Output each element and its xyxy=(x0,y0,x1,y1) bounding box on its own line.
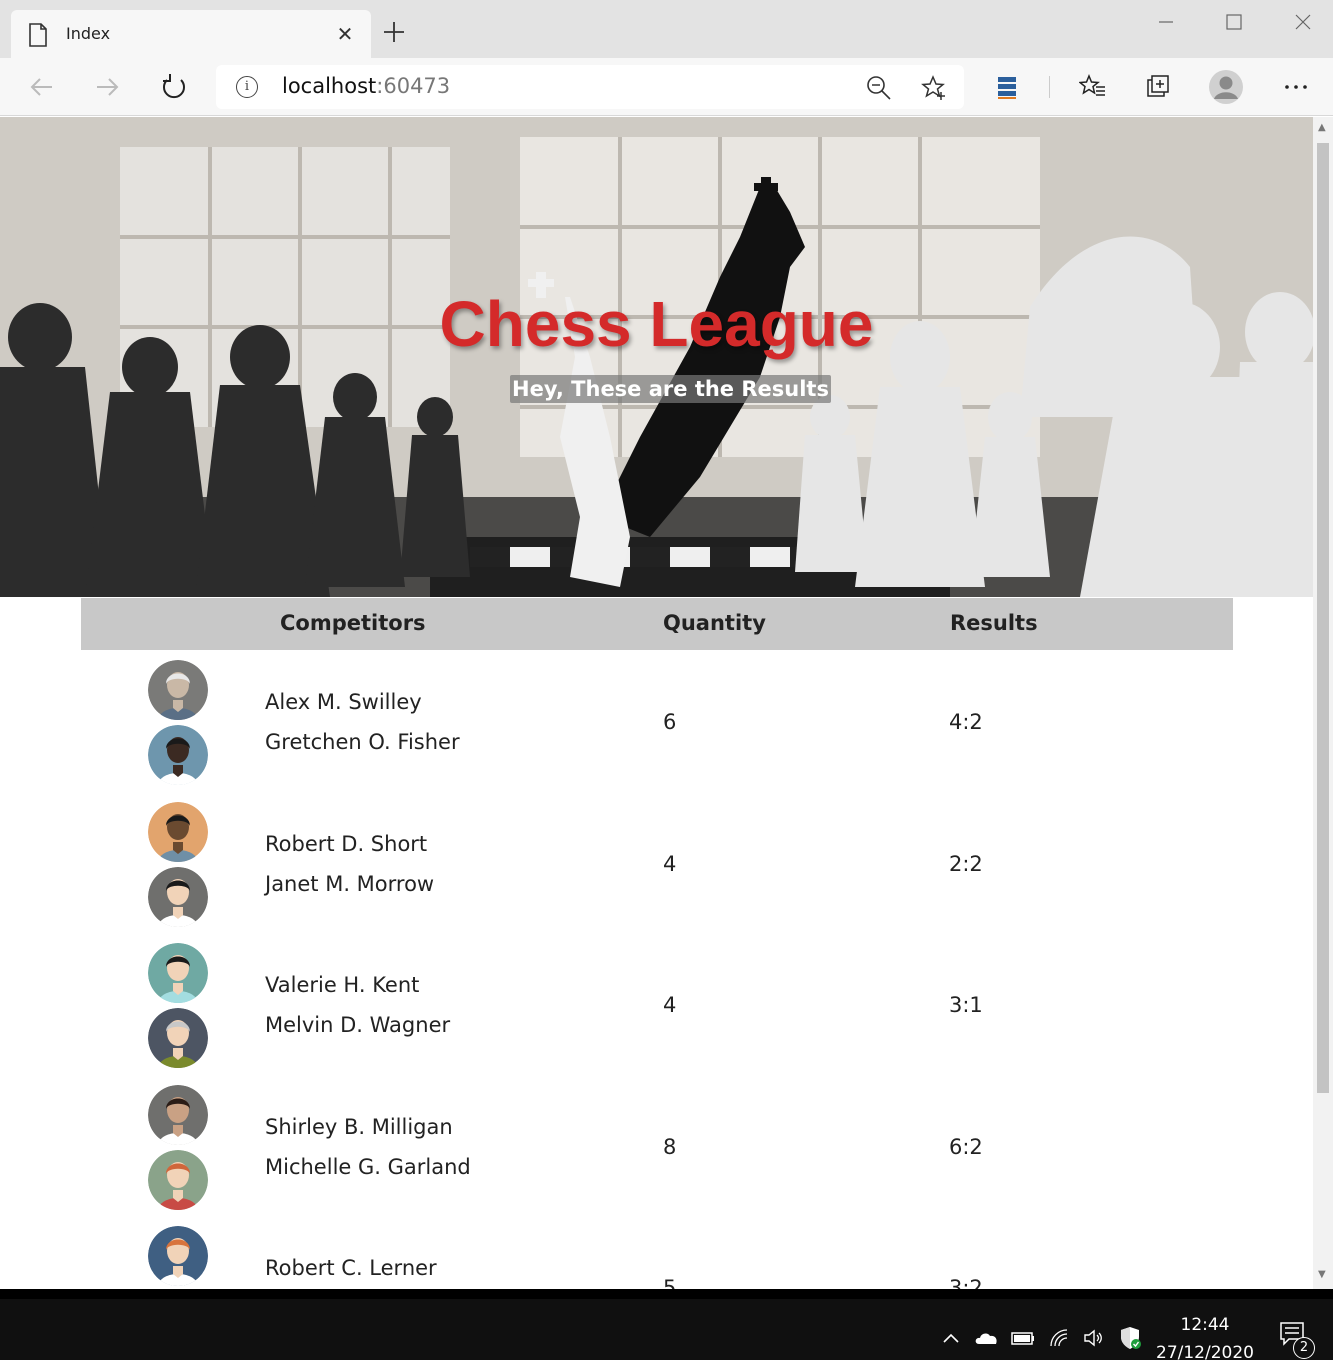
quantity-cell: 4 xyxy=(663,852,677,876)
chevron-up-icon[interactable] xyxy=(940,1327,962,1349)
notification-count-badge: 2 xyxy=(1293,1337,1315,1359)
minimize-icon[interactable] xyxy=(1152,8,1180,36)
star-add-icon[interactable] xyxy=(921,75,947,101)
avatar xyxy=(148,1150,208,1210)
more-icon[interactable] xyxy=(1282,73,1310,101)
result-cell: 3:2 xyxy=(949,1276,983,1289)
volume-icon[interactable] xyxy=(1082,1327,1104,1349)
competitor-name: Robert D. Short xyxy=(265,832,428,856)
quantity-cell: 8 xyxy=(663,1135,677,1159)
avatar xyxy=(148,1085,208,1145)
avatar xyxy=(148,725,208,785)
document-icon xyxy=(29,23,47,47)
table-row: Valerie H. Kent Melvin D. Wagner 4 3:1 xyxy=(81,943,1233,1083)
competitor-name: Gretchen O. Fisher xyxy=(265,730,460,754)
result-cell: 4:2 xyxy=(949,710,983,734)
clock-date[interactable]: 27/12/2020 xyxy=(1150,1343,1260,1363)
collections-icon[interactable] xyxy=(1145,73,1173,101)
quantity-cell: 6 xyxy=(663,710,677,734)
page-viewport: Chess League Hey, These are the Results … xyxy=(0,117,1313,1289)
browser-tab[interactable]: Index ✕ xyxy=(11,10,371,58)
avatar xyxy=(148,1226,208,1286)
maximize-icon[interactable] xyxy=(1220,8,1248,36)
table-row: Shirley B. Milligan Michelle G. Garland 8 6… xyxy=(81,1085,1233,1225)
column-header-results: Results xyxy=(950,611,1038,635)
vertical-scrollbar[interactable]: ▲ ▼ xyxy=(1313,117,1333,1289)
result-cell: 6:2 xyxy=(949,1135,983,1159)
competitor-name: Valerie H. Kent xyxy=(265,973,420,997)
avatar xyxy=(148,802,208,862)
scroll-down-arrow-icon[interactable]: ▼ xyxy=(1318,1270,1328,1280)
avatar xyxy=(148,943,208,1003)
competitor-name: Janet M. Morrow xyxy=(265,872,435,896)
scrollbar-thumb[interactable] xyxy=(1317,143,1329,1093)
new-tab-icon[interactable] xyxy=(380,18,408,46)
arrow-right-icon[interactable] xyxy=(91,71,123,103)
competitor-name: Shirley B. Milligan xyxy=(265,1115,453,1139)
address-toolbar: i localhost:60473 xyxy=(0,58,1333,116)
quantity-cell: 4 xyxy=(663,993,677,1017)
close-tab-icon[interactable]: ✕ xyxy=(333,22,357,46)
competitor-name: Melvin D. Wagner xyxy=(265,1013,451,1037)
windows-taskbar: 12:44 27/12/2020 2 xyxy=(0,1289,1333,1363)
address-field[interactable]: i localhost:60473 xyxy=(216,65,964,109)
page-subtitle: Hey, These are the Results xyxy=(510,375,831,403)
window-close-icon[interactable] xyxy=(1289,8,1317,36)
clock-time[interactable]: 12:44 xyxy=(1160,1315,1250,1335)
scroll-up-arrow-icon[interactable]: ▲ xyxy=(1318,123,1328,133)
onedrive-icon[interactable] xyxy=(974,1327,1000,1349)
avatar-icon[interactable] xyxy=(1208,69,1244,105)
battery-icon[interactable] xyxy=(1010,1327,1036,1349)
column-header-quantity: Quantity xyxy=(663,611,766,635)
table-row: Alex M. Swilley Gretchen O. Fisher 6 4:2 xyxy=(81,660,1233,800)
refresh-icon[interactable] xyxy=(158,71,190,103)
quantity-cell: 5 xyxy=(663,1276,677,1289)
competitor-name: Robert C. Lerner xyxy=(265,1256,437,1280)
tab-strip: Index ✕ xyxy=(0,0,1333,58)
security-shield-icon[interactable] xyxy=(1119,1325,1143,1351)
avatar xyxy=(148,660,208,720)
tab-title: Index xyxy=(66,24,111,43)
toolbar-divider xyxy=(1049,76,1050,98)
page-title: Chess League xyxy=(439,288,874,360)
favorites-icon[interactable] xyxy=(1079,73,1107,101)
arrow-left-icon[interactable] xyxy=(26,71,58,103)
hero-banner: Chess League Hey, These are the Results xyxy=(0,117,1313,597)
table-row: Robert C. Lerner 5 3:2 xyxy=(81,1226,1233,1289)
avatar xyxy=(148,1008,208,1068)
url-text[interactable]: localhost:60473 xyxy=(282,74,450,98)
info-icon[interactable]: i xyxy=(236,76,258,98)
competitor-name: Michelle G. Garland xyxy=(265,1155,471,1179)
avatar xyxy=(148,867,208,927)
table-row: Robert D. Short Janet M. Morrow 4 2:2 xyxy=(81,802,1233,942)
zoom-out-icon[interactable] xyxy=(866,75,892,101)
column-header-competitors: Competitors xyxy=(280,611,426,635)
wifi-icon[interactable] xyxy=(1048,1327,1070,1349)
competitor-name: Alex M. Swilley xyxy=(265,690,422,714)
collections-stack-icon[interactable] xyxy=(993,73,1021,101)
result-cell: 3:1 xyxy=(949,993,983,1017)
result-cell: 2:2 xyxy=(949,852,983,876)
results-table-header: Competitors Quantity Results xyxy=(81,598,1233,650)
